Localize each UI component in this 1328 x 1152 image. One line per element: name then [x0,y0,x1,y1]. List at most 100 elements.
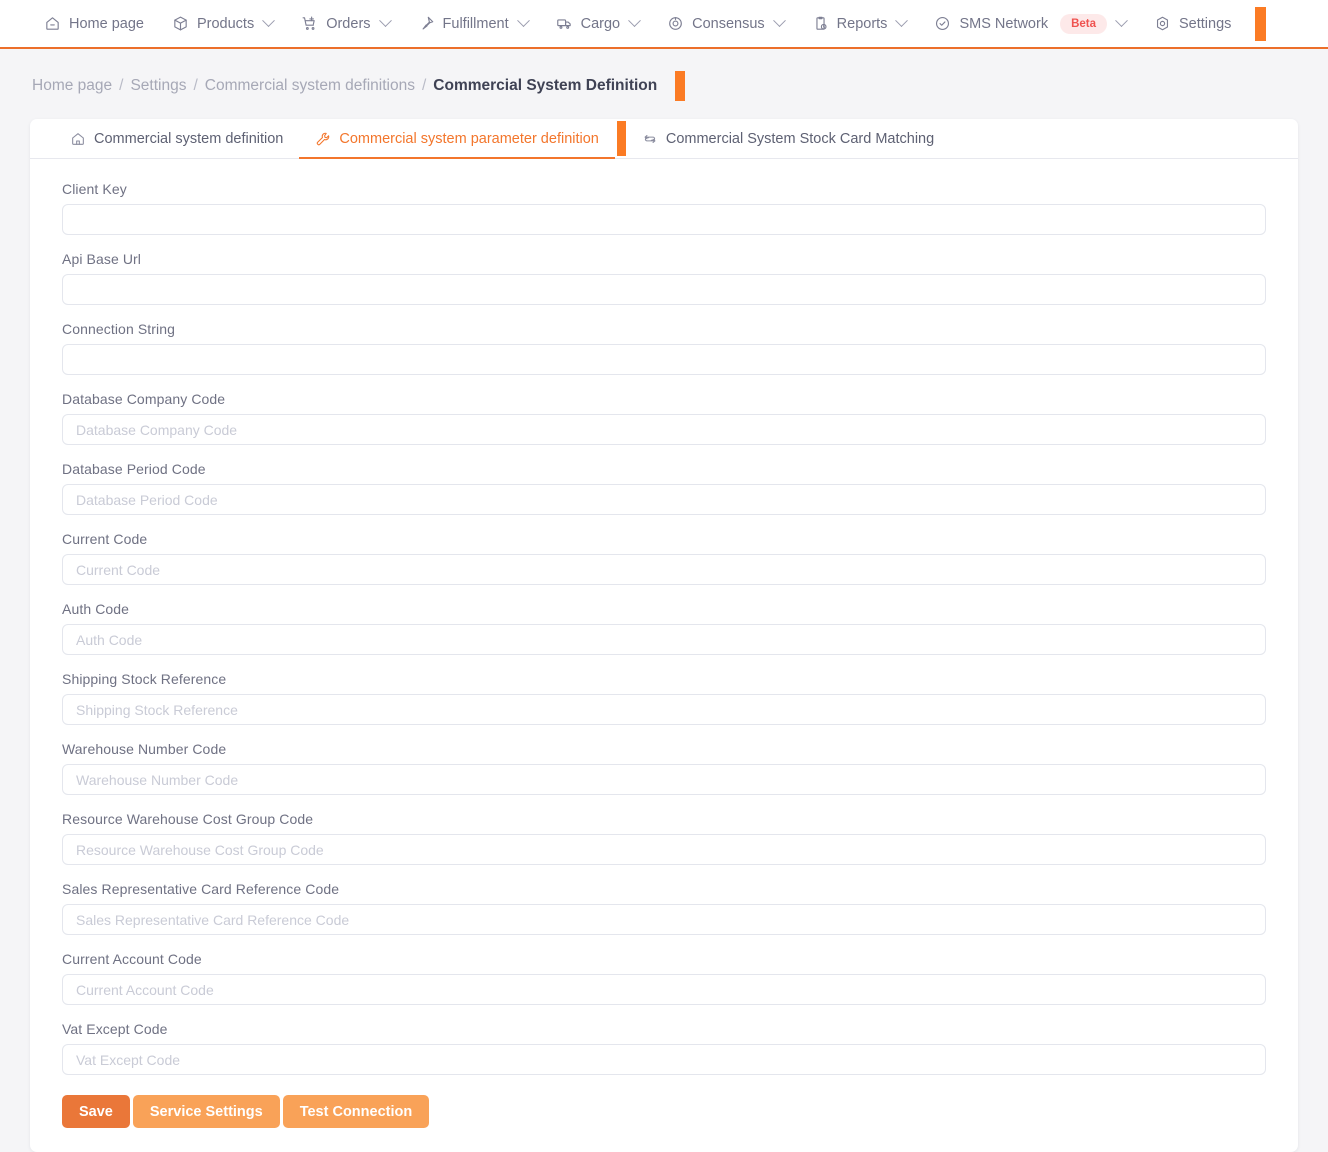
field-auth-code: Auth Code [62,601,1266,655]
input-api-base-url[interactable] [62,274,1266,305]
field-label-vat-except-code: Vat Except Code [62,1021,168,1037]
input-current-account-code[interactable] [62,974,1266,1005]
tab-1[interactable]: Commercial system definition [54,119,299,158]
nav-item-products[interactable]: Products [158,0,287,48]
tab-label: Commercial System Stock Card Matching [665,130,935,147]
box-icon [172,15,189,32]
input-resource-warehouse-cost-group-code[interactable] [62,834,1266,865]
nav-item-reports[interactable]: Reports [798,0,921,48]
nav-item-fulfillment[interactable]: Fulfillment [404,0,542,48]
field-label-current-account-code: Current Account Code [62,951,202,967]
nav-active-marker [1255,6,1267,41]
home-icon [44,15,61,32]
chevron-down-icon[interactable] [628,14,641,28]
target-icon [667,15,684,32]
field-label-api-base-url: Api Base Url [62,251,142,267]
field-label-current-code: Current Code [62,531,148,547]
field-label-database-period-code: Database Period Code [62,461,206,477]
breadcrumb-item-4: Commercial System Definition [433,77,658,94]
input-client-key[interactable] [62,204,1266,235]
input-sales-representative-card-reference-code[interactable] [62,904,1266,935]
top-navigation-bar: Home page Products Orders Fulfillment Cargo C… [0,0,1328,49]
breadcrumb-item-1[interactable]: Home page [32,77,112,95]
check-circle-icon [934,15,951,32]
input-vat-except-code[interactable] [62,1044,1266,1075]
chevron-down-icon[interactable] [262,14,276,28]
nav-item-home-page[interactable]: Home page [30,0,158,48]
nav-item-label: Orders [326,15,371,32]
input-database-company-code[interactable] [62,414,1266,445]
chevron-down-icon[interactable] [895,14,909,28]
sync-arrows-icon [642,131,658,147]
field-api-base-url: Api Base Url [62,251,1266,305]
chevron-down-icon[interactable] [378,14,392,28]
gear-hex-icon [1154,15,1171,32]
chevron-down-icon[interactable] [1115,14,1128,28]
tab-2[interactable]: Commercial system parameter definition [299,119,616,159]
nav-item-consensus[interactable]: Consensus [653,0,798,48]
nav-item-label: Products [196,15,255,32]
field-label-resource-warehouse-cost-group-code: Resource Warehouse Cost Group Code [62,811,314,827]
field-label-warehouse-number-code: Warehouse Number Code [62,741,227,757]
form-actions: Save Service Settings Test Connection [62,1095,1266,1128]
field-resource-warehouse-cost-group-code: Resource Warehouse Cost Group Code [62,811,1266,865]
breadcrumb-marker [675,71,686,101]
wrench-icon [315,131,331,147]
nav-item-label: Settings [1179,15,1232,32]
field-label-auth-code: Auth Code [62,601,130,617]
field-current-code: Current Code [62,531,1266,585]
home-outline-icon [70,131,86,147]
nav-item-label: Consensus [692,15,765,32]
input-current-code[interactable] [62,554,1266,585]
input-warehouse-number-code[interactable] [62,764,1266,795]
commercial-system-definition-card: Commercial system definition Commercial s… [30,119,1298,1152]
nav-item-label: SMS Network [959,15,1049,32]
field-label-database-company-code: Database Company Code [62,391,226,407]
chevron-down-icon[interactable] [516,14,530,28]
tab-bar: Commercial system definition Commercial s… [30,119,1298,159]
field-label-sales-representative-card-reference-code: Sales Representative Card Reference Code [62,881,340,897]
breadcrumb-separator: / [193,77,198,94]
nav-item-settings[interactable]: Settings [1140,0,1245,48]
field-warehouse-number-code: Warehouse Number Code [62,741,1266,795]
field-client-key: Client Key [62,181,1266,235]
pin-icon [418,15,435,32]
tab-3[interactable]: Commercial System Stock Card Matching [626,119,950,158]
field-label-connection-string: Connection String [62,321,175,337]
beta-badge: Beta [1060,13,1108,34]
test-connection-button[interactable]: Test Connection [282,1095,430,1128]
breadcrumb-separator: / [421,77,427,94]
input-database-period-code[interactable] [62,484,1266,515]
tab-label: Commercial system parameter definition [339,130,599,147]
field-label-shipping-stock-reference: Shipping Stock Reference [62,671,227,687]
nav-item-label: Fulfillment [442,15,509,32]
input-shipping-stock-reference[interactable] [62,694,1266,725]
field-connection-string: Connection String [62,321,1266,375]
field-database-period-code: Database Period Code [62,461,1266,515]
input-auth-code[interactable] [62,624,1266,655]
service-settings-button[interactable]: Service Settings [132,1095,280,1128]
field-shipping-stock-reference: Shipping Stock Reference [62,671,1266,725]
tab-active-marker [616,121,626,156]
breadcrumb-item-3[interactable]: Commercial system definitions [205,77,415,95]
save-button[interactable]: Save [62,1095,130,1128]
field-database-company-code: Database Company Code [62,391,1266,445]
field-current-account-code: Current Account Code [62,951,1266,1005]
breadcrumb-separator: / [119,77,124,94]
field-sales-representative-card-reference-code: Sales Representative Card Reference Code [62,881,1266,935]
nav-item-label: Home page [69,15,144,32]
nav-item-label: Reports [836,15,888,32]
nav-item-cargo[interactable]: Cargo [542,0,654,48]
input-connection-string[interactable] [62,344,1266,375]
nav-item-label: Cargo [580,15,621,32]
nav-item-orders[interactable]: Orders [287,0,403,48]
nav-item-sms-network[interactable]: SMS Network Beta [920,0,1140,48]
parameter-definition-form: Client Key Api Base Url Connection String D… [30,159,1298,1152]
breadcrumb-item-2[interactable]: Settings [130,77,186,95]
clipboard-clock-icon [812,15,829,32]
breadcrumb: Home page / Settings / Commercial system def… [0,49,1328,119]
truck-icon [556,15,573,32]
chevron-down-icon[interactable] [772,14,786,28]
cart-plus-icon [301,15,318,32]
field-vat-except-code: Vat Except Code [62,1021,1266,1075]
